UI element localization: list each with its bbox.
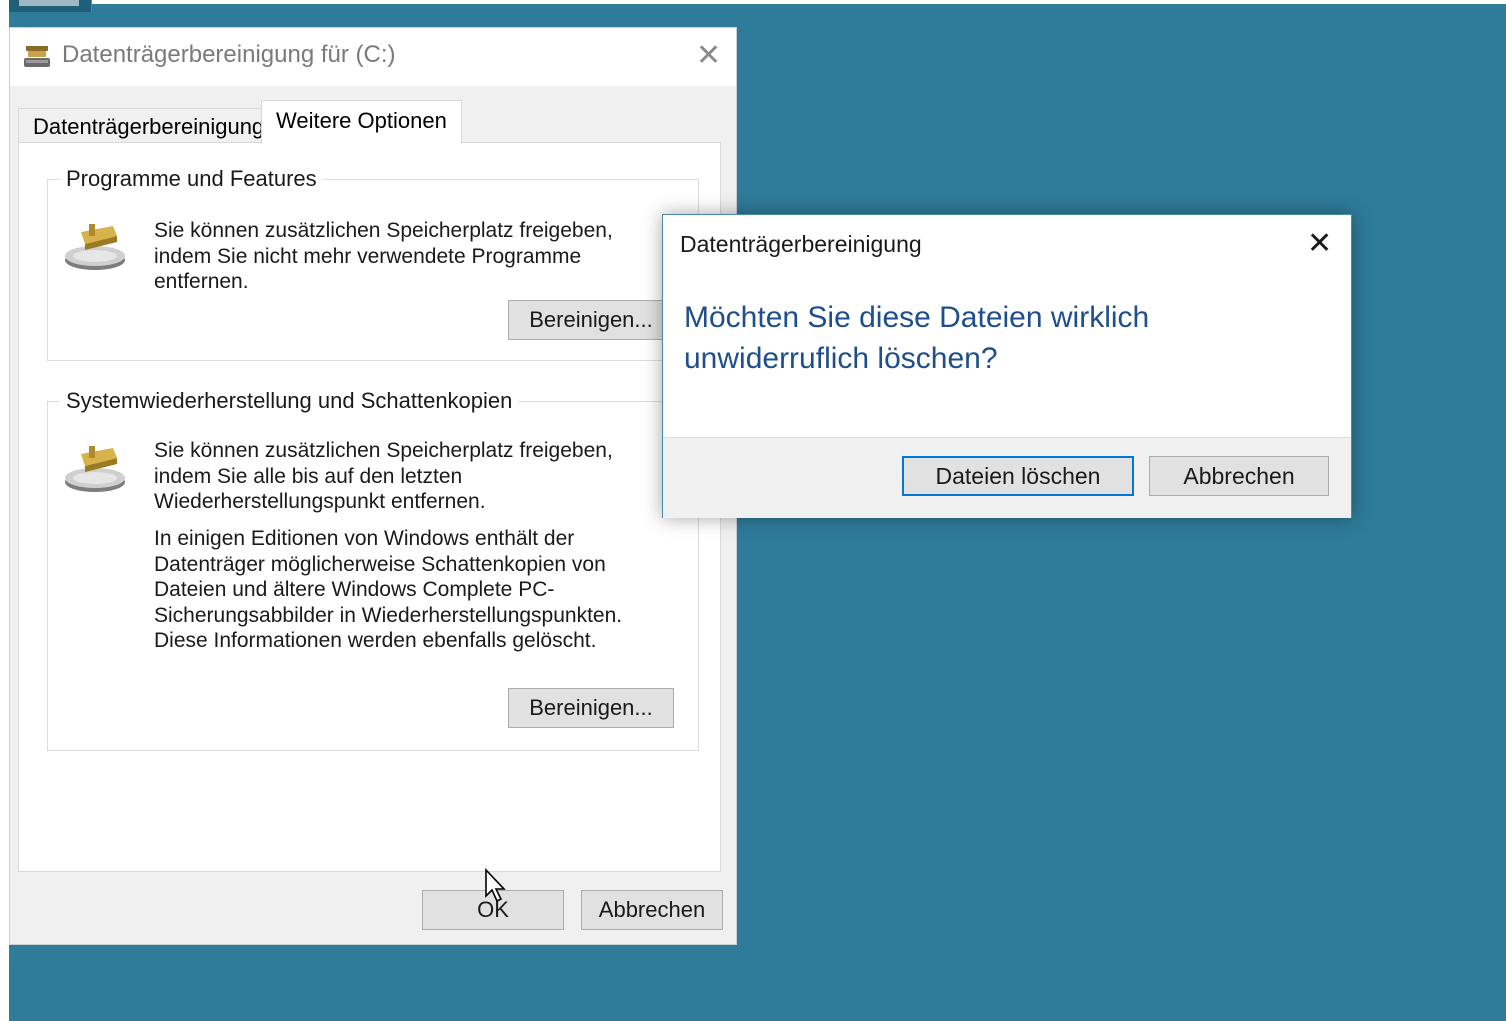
cancel-button[interactable]: Abbrechen (581, 890, 723, 930)
window-title: Datenträgerbereinigung für (C:) (62, 41, 396, 68)
group-description: Sie können zusätzlichen Speicherplatz fr… (154, 219, 613, 293)
disk-cleanup-app-icon (24, 46, 50, 67)
tab-weitere-optionen[interactable]: Weitere Optionen (261, 100, 462, 144)
disk-cleanup-dialog: Datenträgerbereinigung für (C:) ✕ Datent… (9, 27, 737, 945)
confirm-cancel-button[interactable]: Abbrechen (1149, 456, 1329, 496)
confirm-delete-dialog: Datenträgerbereinigung ✕ Möchten Sie die… (662, 214, 1352, 518)
group-programme-features: Programme und Features Sie können zusätz… (47, 166, 699, 361)
group-legend: Programme und Features (60, 166, 323, 192)
confirm-question: Möchten Sie diese Dateien wirklich unwid… (684, 301, 1150, 375)
group-description-extra: In einigen Editionen von Windows enthält… (154, 527, 623, 652)
cleanup-restore-points-button[interactable]: Bereinigen... (508, 688, 674, 728)
group-description: Sie können zusätzlichen Speicherplatz fr… (154, 439, 613, 513)
mouse-cursor-icon (485, 868, 506, 903)
close-icon[interactable]: ✕ (696, 41, 721, 71)
disk-cleanup-icon (65, 446, 125, 492)
tab-datentraegerbereinigung[interactable]: Datenträgerbereinigung (18, 108, 280, 144)
taskbar-item[interactable] (19, 0, 79, 6)
confirm-footer: Dateien löschen Abbrechen (663, 437, 1351, 518)
title-bar: Datenträgerbereinigung für (C:) ✕ (10, 28, 736, 86)
cleanup-programs-button[interactable]: Bereinigen... (508, 300, 674, 340)
close-icon[interactable]: ✕ (1307, 229, 1332, 259)
delete-files-button[interactable]: Dateien löschen (902, 456, 1134, 496)
disk-cleanup-icon (65, 224, 125, 270)
group-systemwiederherstellung: Systemwiederherstellung und Schattenkopi… (47, 388, 699, 751)
taskbar-fragment (9, 0, 92, 12)
confirm-dialog-title: Datenträgerbereinigung (680, 231, 922, 257)
tab-panel-weitere-optionen: Programme und Features Sie können zusätz… (18, 142, 721, 872)
group-legend: Systemwiederherstellung und Schattenkopi… (60, 388, 519, 414)
